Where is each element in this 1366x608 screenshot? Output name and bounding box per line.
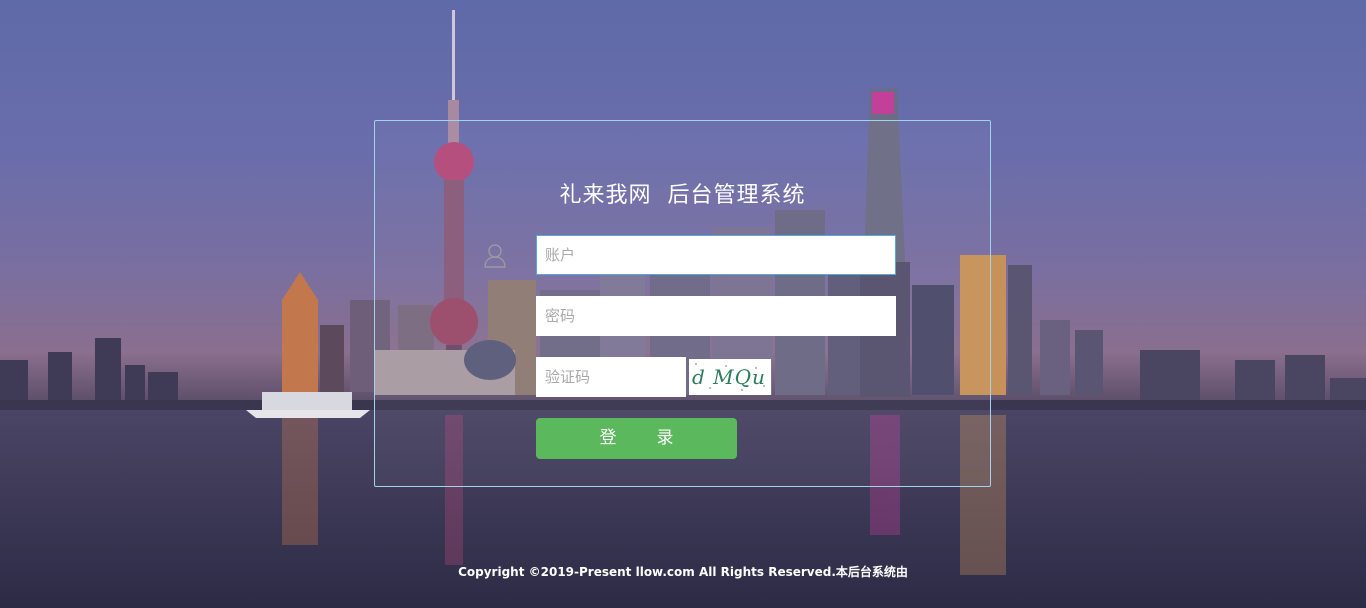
account-input[interactable]	[536, 235, 896, 275]
captcha-text: d MQu	[692, 365, 766, 389]
system-title: 礼来我网 后台管理系统	[559, 183, 806, 208]
login-panel: 礼来我网 后台管理系统 d MQu 登录	[374, 120, 991, 487]
captcha-input[interactable]	[536, 357, 686, 397]
password-input[interactable]	[536, 296, 896, 336]
login-button[interactable]: 登录	[536, 418, 737, 459]
copyright-text: Copyright ©2019-Present llow.com All Rig…	[458, 565, 908, 579]
captcha-image[interactable]: d MQu	[689, 359, 771, 395]
user-outline-icon	[483, 243, 507, 269]
